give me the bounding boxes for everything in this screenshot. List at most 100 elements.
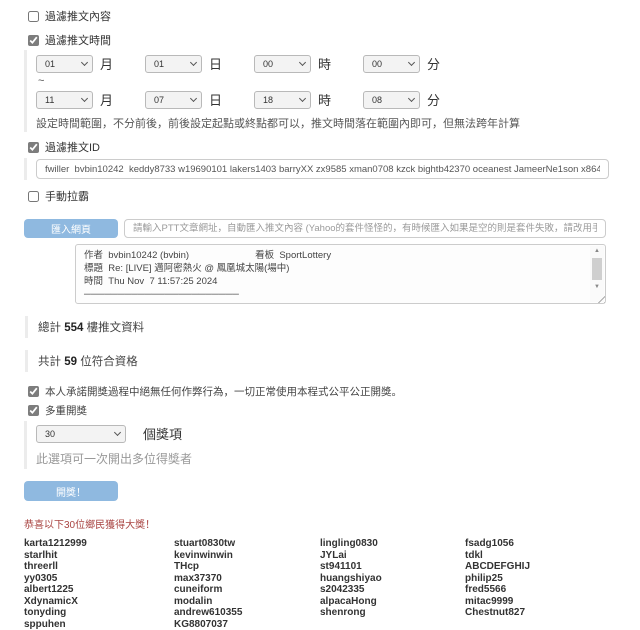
qualified-count: 59 bbox=[64, 356, 77, 368]
to-month-wrap: 11 bbox=[36, 91, 93, 109]
time-range-hint: 設定時間範圍，不分前後，前後設定起點或終點都可以，推文時間落在範圍內即可，但無法… bbox=[36, 115, 640, 131]
import-webpage-button[interactable]: 匯入網頁 bbox=[24, 219, 118, 238]
minute-unit-label: 分 bbox=[427, 90, 440, 109]
manual-slot-row: 手動拉霸 bbox=[28, 188, 640, 204]
winner-id: sppuhen bbox=[24, 619, 174, 630]
pledge-label: 本人承諾開獎過程中絕無任何作弊行為，一切正常使用本程式公平公正開獎。 bbox=[45, 384, 402, 399]
winner-id: max37370 bbox=[174, 573, 320, 585]
total-comments-stat: 總計 554 樓推文資料 bbox=[25, 316, 640, 338]
winner-id: st941101 bbox=[320, 561, 465, 573]
article-content-textarea[interactable]: 作者 bvbin10242 (bvbin) 看板 SportLottery 標題… bbox=[75, 244, 606, 304]
filter-content-checkbox[interactable] bbox=[28, 11, 39, 22]
from-minute-wrap: 00 bbox=[363, 55, 420, 73]
time-to-row: 11 月 07 日 18 時 08 分 bbox=[36, 90, 640, 109]
total-count: 554 bbox=[64, 322, 83, 334]
id-filter-input[interactable] bbox=[36, 159, 609, 179]
winner-id: andrew610355 bbox=[174, 607, 320, 619]
to-day-select[interactable]: 07 bbox=[145, 91, 202, 109]
filter-time-row: 過濾推文時間 bbox=[28, 32, 640, 48]
from-minute-select[interactable]: 00 bbox=[363, 55, 420, 73]
winner-id: stuart0830tw bbox=[174, 538, 320, 550]
qualified-suffix: 位符合資格 bbox=[80, 356, 138, 368]
to-minute-wrap: 08 bbox=[363, 91, 420, 109]
multi-draw-label: 多重開獎 bbox=[45, 403, 87, 418]
winner-id: modalin bbox=[174, 596, 320, 608]
multi-draw-row: 多重開獎 bbox=[28, 403, 640, 418]
to-minute-select[interactable]: 08 bbox=[363, 91, 420, 109]
multi-draw-checkbox[interactable] bbox=[28, 405, 39, 416]
time-range-block: 01 月 01 日 00 時 00 分 ~ 11 月 07 日 bbox=[24, 50, 640, 132]
winner-id: karta1212999 bbox=[24, 538, 174, 550]
multi-draw-hint: 此選項可一次開出多位得獎者 bbox=[36, 450, 640, 467]
article-textarea-wrap: 作者 bvbin10242 (bvbin) 看板 SportLottery 標題… bbox=[75, 244, 606, 304]
from-month-wrap: 01 bbox=[36, 55, 93, 73]
filter-id-checkbox[interactable] bbox=[28, 142, 39, 153]
multi-draw-block: 30 個獎項 此選項可一次開出多位得獎者 bbox=[24, 421, 640, 469]
winner-id: ABCDEFGHIJ bbox=[465, 561, 530, 573]
winner-id: huangshiyao bbox=[320, 573, 465, 585]
winner-id: fsadg1056 bbox=[465, 538, 530, 550]
winner-id: tonyding bbox=[24, 607, 174, 619]
qualified-stat: 共計 59 位符合資格 bbox=[25, 350, 640, 372]
from-hour-wrap: 00 bbox=[254, 55, 311, 73]
filter-content-label: 過濾推文內容 bbox=[45, 8, 111, 24]
winners-column-2: stuart0830tw kevinwinwin THcp max37370 c… bbox=[174, 538, 320, 630]
manual-slot-label: 手動拉霸 bbox=[45, 188, 89, 204]
from-day-select[interactable]: 01 bbox=[145, 55, 202, 73]
winner-id: Chestnut827 bbox=[465, 607, 530, 619]
winners-grid: karta1212999 starlhit threerll yy0305 al… bbox=[24, 538, 640, 630]
winners-column-3: lingling0830 JYLai st941101 huangshiyao … bbox=[320, 538, 465, 630]
winner-id: cuneiform bbox=[174, 584, 320, 596]
award-count-row: 30 個獎項 bbox=[36, 424, 640, 443]
award-unit-label: 個獎項 bbox=[143, 424, 182, 443]
scroll-up-icon[interactable]: ▲ bbox=[594, 246, 600, 256]
winner-id: fred5566 bbox=[465, 584, 530, 596]
qualified-prefix: 共計 bbox=[38, 356, 61, 368]
winner-id: threerll bbox=[24, 561, 174, 573]
filter-id-row: 過濾推文ID bbox=[28, 139, 640, 155]
from-hour-select[interactable]: 00 bbox=[254, 55, 311, 73]
winner-id: alpacaHong bbox=[320, 596, 465, 608]
month-unit-label: 月 bbox=[100, 90, 113, 109]
day-unit-label: 日 bbox=[209, 90, 222, 109]
winner-id: XdynamicX bbox=[24, 596, 174, 608]
winners-column-4: fsadg1056 tdkl ABCDEFGHIJ philip25 fred5… bbox=[465, 538, 530, 630]
time-from-row: 01 月 01 日 00 時 00 分 bbox=[36, 54, 640, 73]
winner-id: shenrong bbox=[320, 607, 465, 619]
month-unit-label: 月 bbox=[100, 54, 113, 73]
award-count-wrap: 30 bbox=[36, 425, 126, 443]
manual-slot-checkbox[interactable] bbox=[28, 191, 39, 202]
winner-id: yy0305 bbox=[24, 573, 174, 585]
filter-id-label: 過濾推文ID bbox=[45, 139, 100, 155]
scrollbar-thumb[interactable] bbox=[592, 258, 602, 280]
winner-id: albert1225 bbox=[24, 584, 174, 596]
to-month-select[interactable]: 11 bbox=[36, 91, 93, 109]
filter-time-checkbox[interactable] bbox=[28, 35, 39, 46]
winner-id: JYLai bbox=[320, 550, 465, 562]
import-row: 匯入網頁 bbox=[24, 219, 606, 238]
hour-unit-label: 時 bbox=[318, 90, 331, 109]
award-count-select[interactable]: 30 bbox=[36, 425, 126, 443]
winner-id: THcp bbox=[174, 561, 320, 573]
filter-content-row: 過濾推文內容 bbox=[28, 8, 640, 24]
winner-id: s2042335 bbox=[320, 584, 465, 596]
textarea-scrollbar[interactable]: ▲ ▼ bbox=[590, 246, 604, 302]
scroll-down-icon[interactable]: ▼ bbox=[594, 282, 600, 292]
winner-id: starlhit bbox=[24, 550, 174, 562]
range-separator: ~ bbox=[38, 75, 640, 87]
filter-time-label: 過濾推文時間 bbox=[45, 32, 111, 48]
draw-button[interactable]: 開獎！ bbox=[24, 481, 118, 501]
to-hour-wrap: 18 bbox=[254, 91, 311, 109]
winner-id: lingling0830 bbox=[320, 538, 465, 550]
to-hour-select[interactable]: 18 bbox=[254, 91, 311, 109]
pledge-checkbox[interactable] bbox=[28, 386, 39, 397]
winner-id: kevinwinwin bbox=[174, 550, 320, 562]
from-month-select[interactable]: 01 bbox=[36, 55, 93, 73]
winner-id: philip25 bbox=[465, 573, 530, 585]
to-day-wrap: 07 bbox=[145, 91, 202, 109]
winner-id: KG8807037 bbox=[174, 619, 320, 630]
total-suffix: 樓推文資料 bbox=[87, 322, 145, 334]
day-unit-label: 日 bbox=[209, 54, 222, 73]
ptt-url-input[interactable] bbox=[124, 219, 606, 238]
total-prefix: 總計 bbox=[38, 322, 61, 334]
